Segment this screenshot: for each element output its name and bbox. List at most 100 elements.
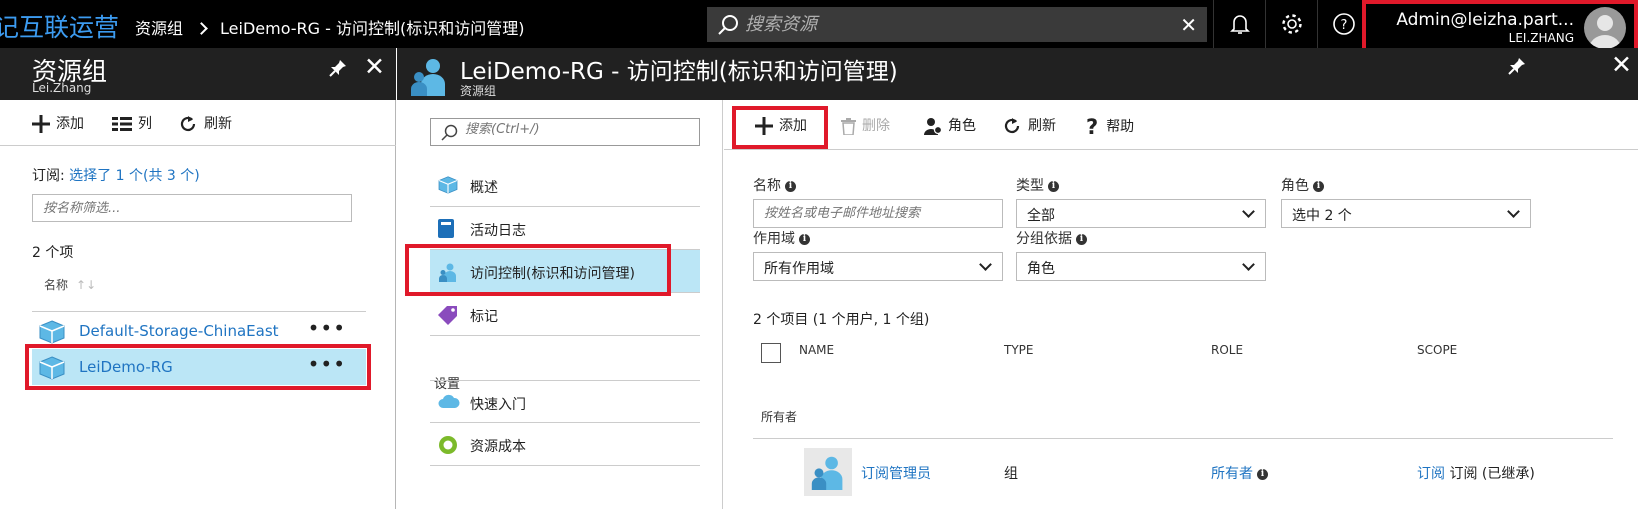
- close-blade-icon[interactable]: ✕: [1611, 50, 1632, 79]
- chevron-down-icon: [979, 258, 992, 271]
- search-icon: [718, 15, 738, 35]
- breadcrumb-item-current[interactable]: LeiDemo-RG - 访问控制(标识和访问管理): [220, 19, 524, 38]
- more-options-icon[interactable]: •••: [308, 316, 346, 340]
- refresh-button[interactable]: 刷新: [178, 113, 232, 134]
- column-header-name[interactable]: 名称 ↑↓: [44, 276, 96, 293]
- cost-icon: [439, 436, 457, 454]
- name-filter-label: 名称 i: [753, 175, 796, 195]
- resource-group-name[interactable]: Default-Storage-ChinaEast: [79, 322, 279, 340]
- list-icon: [112, 117, 132, 131]
- column-header-scope[interactable]: SCOPE: [1417, 343, 1457, 357]
- notifications-button[interactable]: [1213, 0, 1265, 48]
- cube-icon: [438, 176, 458, 194]
- table-row-name[interactable]: 订阅管理员: [861, 463, 931, 483]
- blade-menu: 概述 活动日志 访问控制(标识和访问管理) 标记 设置 快速入门 资源成本: [397, 100, 723, 509]
- access-control-blade-header: LeiDemo-RG - 访问控制(标识和访问管理) 资源组 ✕: [397, 48, 1638, 100]
- role-dropdown[interactable]: 选中 2 个: [1281, 199, 1531, 228]
- resource-group-icon: [39, 320, 65, 344]
- top-bar: 记互联运营 资源组LeiDemo-RG - 访问控制(标识和访问管理) ✕ ? …: [0, 0, 1638, 62]
- subscription-filter: 订阅: 选择了 1 个(共 3 个): [32, 168, 200, 184]
- annotation-highlight-box: [25, 344, 371, 390]
- menu-item-quickstart[interactable]: 快速入门: [430, 380, 700, 423]
- table-row-type: 组: [1004, 466, 1018, 482]
- book-icon: [438, 219, 454, 238]
- user-name: Admin@leizha.part...: [1396, 10, 1574, 30]
- chevron-down-icon: [1242, 258, 1255, 271]
- search-input[interactable]: [745, 9, 1165, 39]
- group-icon: [811, 456, 843, 490]
- divider: [32, 311, 366, 312]
- question-icon: ?: [1086, 115, 1099, 139]
- info-icon[interactable]: i: [1313, 180, 1324, 192]
- menu-search[interactable]: [430, 118, 700, 146]
- divider: [753, 438, 1613, 439]
- info-icon[interactable]: i: [1076, 233, 1087, 245]
- tag-icon: [438, 306, 457, 325]
- annotation-highlight-box: [732, 106, 828, 149]
- global-search[interactable]: ✕: [707, 7, 1207, 42]
- blade-subtitle: Lei.Zhang: [32, 81, 92, 95]
- resource-groups-blade: 资源组 Lei.Zhang ✕ 添加 列 刷新 订阅: 选择了 1 个(共 3 …: [0, 48, 396, 509]
- name-filter-input[interactable]: [32, 194, 352, 222]
- refresh-icon: [180, 116, 196, 132]
- blade-header: 资源组 Lei.Zhang ✕: [0, 48, 396, 100]
- roles-button[interactable]: 角色: [924, 115, 976, 135]
- chevron-down-icon: [1242, 205, 1255, 218]
- type-dropdown[interactable]: 全部: [1016, 199, 1266, 228]
- table-row-role: 所有者 i: [1211, 463, 1268, 483]
- settings-button[interactable]: [1265, 0, 1317, 48]
- info-icon[interactable]: i: [1257, 468, 1268, 480]
- user-directory: LEI.ZHANG: [1508, 31, 1574, 45]
- add-button[interactable]: 添加: [32, 113, 84, 133]
- menu-item-resource-costs[interactable]: 资源成本: [430, 423, 700, 466]
- info-icon[interactable]: i: [785, 180, 796, 192]
- assignment-summary: 2 个项目 (1 个用户, 1 个组): [753, 312, 930, 328]
- scope-dropdown[interactable]: 所有作用域: [753, 252, 1003, 281]
- refresh-icon: [1004, 118, 1020, 134]
- menu-search-input[interactable]: [465, 122, 685, 137]
- name-search-input[interactable]: [753, 199, 1003, 228]
- subscription-link[interactable]: 选择了 1 个(共 3 个): [69, 168, 200, 184]
- pin-icon[interactable]: [328, 58, 348, 78]
- refresh-button[interactable]: 刷新: [1002, 115, 1056, 136]
- blade-toolbar: 添加 列 刷新: [0, 100, 396, 146]
- menu-item-overview[interactable]: 概述: [430, 164, 700, 207]
- search-icon: [441, 124, 458, 141]
- close-blade-icon[interactable]: ✕: [364, 52, 385, 81]
- plus-icon: [32, 115, 50, 133]
- group-avatar: [804, 448, 852, 496]
- role-filter-label: 角色 i: [1281, 175, 1324, 195]
- avatar: [1584, 7, 1626, 49]
- cloud-icon: [438, 394, 460, 408]
- menu-item-tags[interactable]: 标记: [430, 293, 700, 336]
- help-button[interactable]: ? 帮助: [1086, 115, 1134, 139]
- bell-icon: [1230, 15, 1250, 34]
- info-icon[interactable]: i: [1048, 180, 1059, 192]
- clear-search-icon[interactable]: ✕: [1180, 13, 1197, 37]
- group-header: 所有者: [761, 410, 798, 424]
- pin-icon[interactable]: [1507, 56, 1527, 76]
- sort-icon: ↑↓: [76, 278, 97, 292]
- breadcrumb-item-resource-groups[interactable]: 资源组: [135, 19, 183, 38]
- column-header-name[interactable]: NAME: [799, 343, 834, 357]
- item-count: 2 个项: [32, 245, 74, 261]
- access-control-content: 添加 删除 角色 刷新 ?帮助 名称i 类型i 全部 角色i 选中 2 个 作用…: [724, 100, 1638, 509]
- group-by-dropdown[interactable]: 角色: [1016, 252, 1266, 281]
- select-all-checkbox[interactable]: [761, 343, 781, 363]
- blade-subtitle: 资源组: [460, 84, 497, 98]
- type-filter-label: 类型 i: [1016, 175, 1059, 195]
- column-header-type[interactable]: TYPE: [1004, 343, 1033, 357]
- trash-icon: [841, 117, 856, 135]
- column-header-role[interactable]: ROLE: [1211, 343, 1243, 357]
- scope-filter-label: 作用域 i: [753, 228, 810, 248]
- delete-button[interactable]: 删除: [841, 115, 890, 135]
- blade-title: LeiDemo-RG - 访问控制(标识和访问管理): [460, 59, 898, 85]
- info-icon[interactable]: i: [799, 233, 810, 245]
- brand-title[interactable]: 记互联运营: [0, 8, 119, 44]
- gear-icon: [1282, 14, 1302, 34]
- group-by-label: 分组依据 i: [1016, 228, 1087, 248]
- help-icon: ?: [1333, 13, 1355, 35]
- breadcrumb: 资源组 LeiDemo-RG - 访问控制(标识和访问管理): [135, 15, 525, 39]
- columns-button[interactable]: 列: [112, 113, 152, 133]
- chevron-down-icon: [1507, 205, 1520, 218]
